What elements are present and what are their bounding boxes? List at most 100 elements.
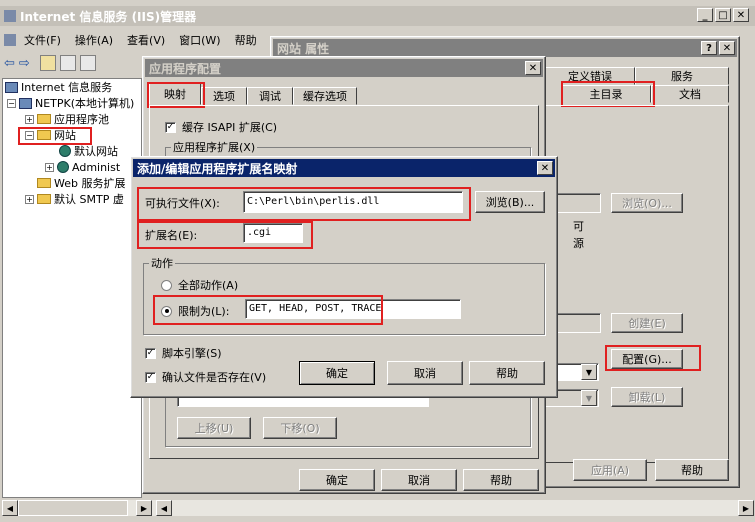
- close-button[interactable]: ✕: [537, 161, 553, 175]
- cancel-button[interactable]: 取消: [381, 469, 457, 491]
- verify-file-row[interactable]: ✓ 确认文件是否存在(V): [145, 369, 266, 385]
- cache-isapi-label: 缓存 ISAPI 扩展(C): [182, 121, 278, 134]
- verify-file-checkbox[interactable]: ✓: [145, 371, 156, 383]
- show-tree-icon[interactable]: [59, 55, 76, 71]
- maximize-button[interactable]: □: [715, 8, 731, 22]
- unload-button: 卸载(L): [611, 387, 683, 407]
- close-button[interactable]: ✕: [525, 61, 541, 75]
- all-verbs-radio[interactable]: [161, 279, 172, 291]
- help-button[interactable]: 帮助: [655, 459, 729, 481]
- app-config-title: 应用程序配置: [149, 61, 222, 76]
- main-titlebar: Internet 信息服务 (IIS)管理器: [0, 6, 755, 26]
- highlight-websites: [18, 127, 92, 145]
- readable-fragment: 可: [573, 220, 584, 233]
- back-arrow-icon[interactable]: ⇦: [4, 56, 15, 71]
- folder-icon: [37, 114, 51, 124]
- highlight-ext: [137, 221, 313, 249]
- scroll-left-icon[interactable]: ◀: [156, 500, 172, 516]
- horizontal-scrollbar[interactable]: ◀ ▶ ◀ ▶: [2, 500, 754, 516]
- help-button[interactable]: 帮助: [463, 469, 539, 491]
- dropdown-arrow-icon: ▼: [581, 390, 597, 406]
- menu-file[interactable]: 文件(F): [24, 32, 61, 48]
- ok-button[interactable]: 确定: [299, 361, 375, 385]
- properties-icon[interactable]: [79, 55, 96, 71]
- tree-web-ext[interactable]: Web 服务扩展: [3, 175, 141, 191]
- browse-button[interactable]: 浏览(B)...: [475, 191, 545, 213]
- ext-mapping-dialog: 添加/编辑应用程序扩展名映射 ✕ 可执行文件(X): C:\Perl\bin\p…: [130, 156, 558, 398]
- tree-default-site[interactable]: 默认网站: [3, 143, 141, 159]
- cache-isapi-checkbox[interactable]: ✓: [165, 121, 176, 133]
- collapse-icon[interactable]: −: [7, 98, 16, 108]
- tree-server-label: NETPK(本地计算机): [35, 97, 135, 110]
- tab-options[interactable]: 选项: [201, 87, 247, 105]
- scroll-right-icon[interactable]: ▶: [738, 500, 754, 516]
- smtp-icon: [37, 194, 51, 204]
- tree-root[interactable]: Internet 信息服务: [3, 79, 141, 95]
- tree-server[interactable]: − NETPK(本地计算机): [3, 95, 141, 111]
- close-button[interactable]: ✕: [719, 41, 735, 55]
- browse-button: 浏览(O)...: [611, 193, 683, 213]
- menu-action[interactable]: 操作(A): [75, 32, 113, 48]
- menu-view[interactable]: 查看(V): [127, 32, 165, 48]
- script-engine-checkbox[interactable]: ✓: [145, 347, 156, 359]
- menu-icon: [4, 34, 16, 46]
- main-title: Internet 信息服务 (IIS)管理器: [20, 9, 197, 24]
- tab-debugging[interactable]: 调试: [247, 87, 293, 105]
- scroll-left-icon[interactable]: ◀: [2, 500, 18, 516]
- tab-cache-options[interactable]: 缓存选项: [293, 87, 357, 105]
- iis-app-icon: [4, 10, 16, 22]
- menu-window[interactable]: 窗口(W): [179, 32, 220, 48]
- folder-icon: [37, 178, 51, 188]
- scroll-right-icon[interactable]: ▶: [136, 500, 152, 516]
- expand-icon[interactable]: +: [25, 114, 34, 124]
- move-up-button: 上移(U): [177, 417, 251, 439]
- minimize-button[interactable]: _: [697, 8, 713, 22]
- tree-default-site-label: 默认网站: [74, 145, 118, 158]
- up-folder-icon[interactable]: [39, 55, 56, 71]
- highlight-limit: [153, 295, 383, 325]
- script-engine-label: 脚本引擎(S): [162, 347, 222, 360]
- main-toolbar: ⇦ ⇨: [0, 52, 96, 74]
- highlight-home-directory: [561, 81, 655, 107]
- tree-app-pools-label: 应用程序池: [54, 113, 109, 126]
- tree-admin-site-label: Administ: [72, 160, 121, 174]
- apply-button: 应用(A): [573, 459, 647, 481]
- expand-icon[interactable]: +: [45, 162, 54, 172]
- highlight-configure: [605, 345, 701, 371]
- cache-isapi-row[interactable]: ✓ 缓存 ISAPI 扩展(C): [165, 119, 277, 135]
- tree-root-label: Internet 信息服务: [21, 81, 113, 94]
- verify-file-label: 确认文件是否存在(V): [162, 371, 267, 384]
- menu-help[interactable]: 帮助: [235, 32, 257, 48]
- ok-button[interactable]: 确定: [299, 469, 375, 491]
- site-props-titlebar: 网站 属性: [273, 39, 737, 57]
- computer-icon: [19, 97, 32, 109]
- script-engine-row[interactable]: ✓ 脚本引擎(S): [145, 345, 222, 361]
- create-button: 创建(E): [611, 313, 683, 333]
- highlight-exe: [137, 187, 471, 221]
- tab-documents[interactable]: 文档: [651, 85, 729, 103]
- app-ext-label: 应用程序扩展(X): [171, 139, 258, 155]
- tree-web-ext-label: Web 服务扩展: [54, 177, 126, 190]
- action-group-label: 动作: [149, 255, 175, 271]
- iis-root-icon: [5, 81, 18, 93]
- cancel-button[interactable]: 取消: [387, 361, 463, 385]
- tree-admin-site[interactable]: + Administ: [3, 159, 141, 175]
- main-menubar: 文件(F) 操作(A) 查看(V) 窗口(W) 帮助: [0, 30, 257, 50]
- tree-app-pools[interactable]: + 应用程序池: [3, 111, 141, 127]
- close-button[interactable]: ✕: [733, 8, 749, 22]
- tree-smtp[interactable]: + 默认 SMTP 虚: [3, 191, 141, 207]
- move-down-button: 下移(O): [263, 417, 337, 439]
- tree-smtp-label: 默认 SMTP 虚: [54, 193, 124, 206]
- site-props-page: [543, 105, 729, 463]
- app-config-titlebar: 应用程序配置: [145, 59, 543, 77]
- site-props-title: 网站 属性: [277, 41, 330, 56]
- website-icon: [57, 161, 69, 173]
- all-verbs-row[interactable]: 全部动作(A): [161, 277, 238, 293]
- log-fragment: 源: [573, 237, 584, 250]
- dropdown-arrow-icon[interactable]: ▼: [581, 364, 597, 380]
- expand-icon[interactable]: +: [25, 194, 34, 204]
- help-button[interactable]: 帮助: [469, 361, 545, 385]
- forward-arrow-icon[interactable]: ⇨: [19, 56, 30, 71]
- help-caption-button[interactable]: ?: [701, 41, 717, 55]
- ext-mapping-title: 添加/编辑应用程序扩展名映射: [137, 161, 298, 176]
